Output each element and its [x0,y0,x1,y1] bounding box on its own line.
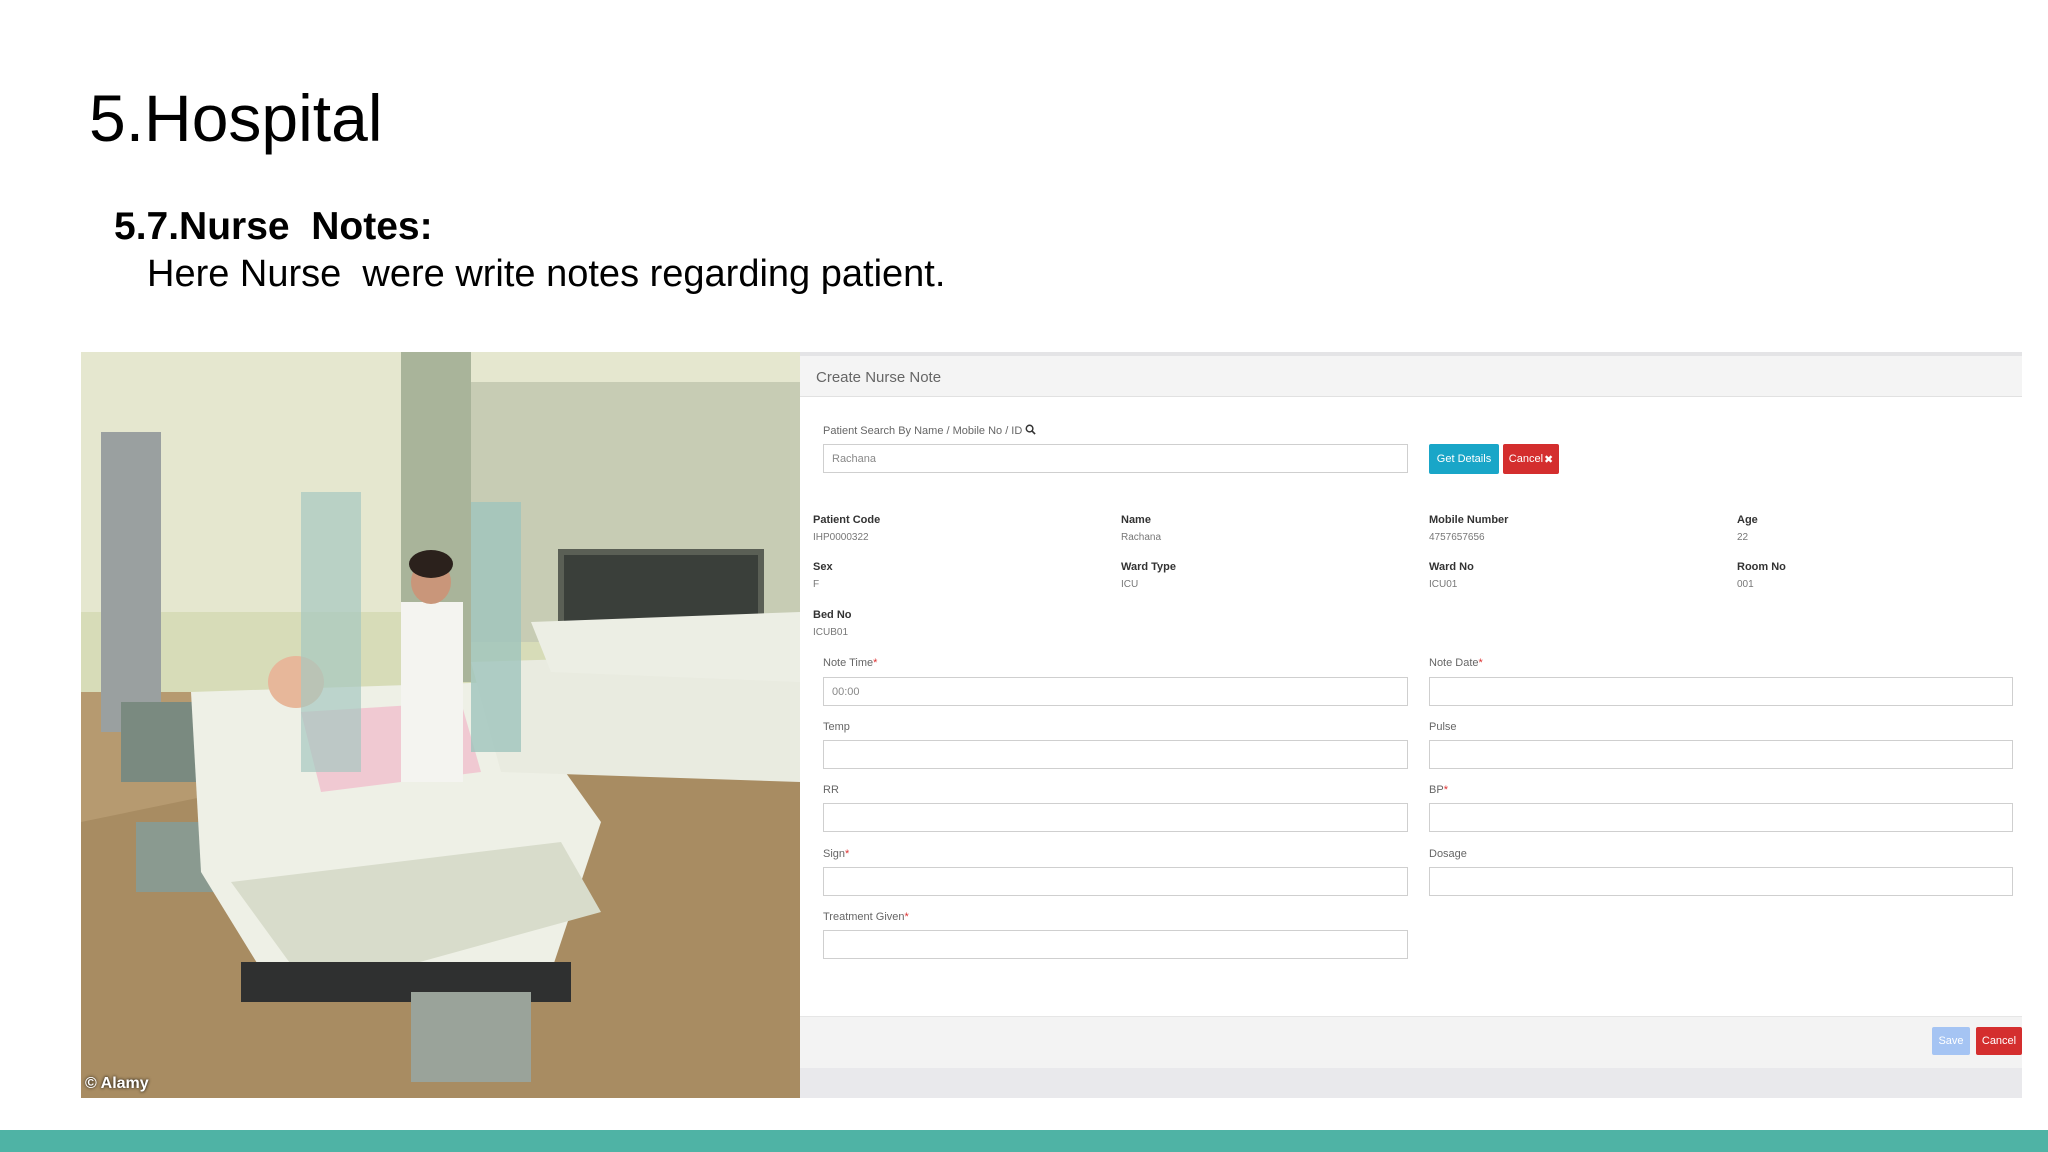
age-value: 22 [1737,532,1749,543]
bed-no-label: Bed No [813,609,852,621]
treatment-given-input[interactable] [823,930,1408,959]
get-details-button[interactable]: Get Details [1429,444,1499,474]
bp-label: BP* [1429,784,1448,796]
note-date-input[interactable] [1429,677,2013,706]
rr-label: RR [823,784,839,796]
hospital-ward-photo [81,352,800,1098]
save-button[interactable]: Save [1932,1027,1970,1055]
dosage-input[interactable] [1429,867,2013,896]
required-mark: * [845,848,850,860]
get-details-button-label: Get Details [1436,453,1492,465]
search-icon[interactable] [1025,424,1037,438]
slide-title: 5.Hospital [89,81,383,155]
required-mark: * [1478,657,1483,669]
sign-label-text: Sign [823,848,846,860]
bp-label-text: BP [1429,784,1444,796]
patient-code-label: Patient Code [813,514,881,526]
slide-accent-band [0,1130,2048,1152]
cancel-button[interactable]: Cancel [1976,1027,2022,1055]
sex-value: F [813,579,820,590]
note-time-label: Note Time* [823,657,877,669]
patient-search-label-text: Patient Search By Name / Mobile No / ID [823,424,1023,437]
required-mark: * [1443,784,1448,796]
cancel-search-button-label: Cancel [1508,453,1544,465]
room-no-label: Room No [1737,561,1786,573]
ward-no-label: Ward No [1429,561,1474,573]
note-date-label: Note Date* [1429,657,1483,669]
treatment-given-label-text: Treatment Given [823,911,905,923]
patient-search-input[interactable]: Rachana [823,444,1408,473]
sex-label: Sex [813,561,833,573]
create-nurse-note-panel: Create Nurse Note Patient Search By Name… [800,352,2022,1098]
panel-bottom-bar [800,1068,2022,1098]
ward-no-value: ICU01 [1429,579,1458,590]
name-value: Rachana [1121,532,1162,543]
dosage-label: Dosage [1429,848,1467,860]
temp-input[interactable] [823,740,1408,769]
note-time-input[interactable]: 00:00 [823,677,1408,706]
bed-no-value: ICUB01 [813,627,849,638]
cancel-search-button[interactable]: Cancel ✖ [1503,444,1559,474]
pulse-label: Pulse [1429,721,1457,733]
name-label: Name [1121,514,1151,526]
section-description: Here Nurse were write notes regarding pa… [147,253,946,295]
age-label: Age [1737,514,1758,526]
required-mark: * [904,911,909,923]
patient-code-value: IHP0000322 [813,532,869,543]
sign-label: Sign* [823,848,849,860]
temp-label: Temp [823,721,850,733]
mobile-number-label: Mobile Number [1429,514,1509,526]
save-button-label: Save [1938,1035,1964,1047]
section-heading: 5.7.Nurse Notes: [114,205,433,248]
panel-title: Create Nurse Note [816,369,942,386]
cancel-button-label: Cancel [1981,1035,2017,1047]
ward-type-value: ICU [1121,579,1139,590]
pulse-input[interactable] [1429,740,2013,769]
sign-input[interactable] [823,867,1408,896]
mobile-number-value: 4757657656 [1429,532,1485,543]
rr-input[interactable] [823,803,1408,832]
photo-credit: © Alamy [85,1075,149,1092]
panel-header: Create Nurse Note [800,356,2022,397]
room-no-value: 001 [1737,579,1754,590]
note-date-label-text: Note Date [1429,657,1479,669]
treatment-given-label: Treatment Given* [823,911,909,923]
required-mark: * [873,657,878,669]
bp-input[interactable] [1429,803,2013,832]
ward-type-label: Ward Type [1121,561,1177,573]
close-icon: ✖ [1544,453,1554,466]
note-time-label-text: Note Time [823,657,874,669]
patient-search-label: Patient Search By Name / Mobile No / ID [823,424,1037,438]
